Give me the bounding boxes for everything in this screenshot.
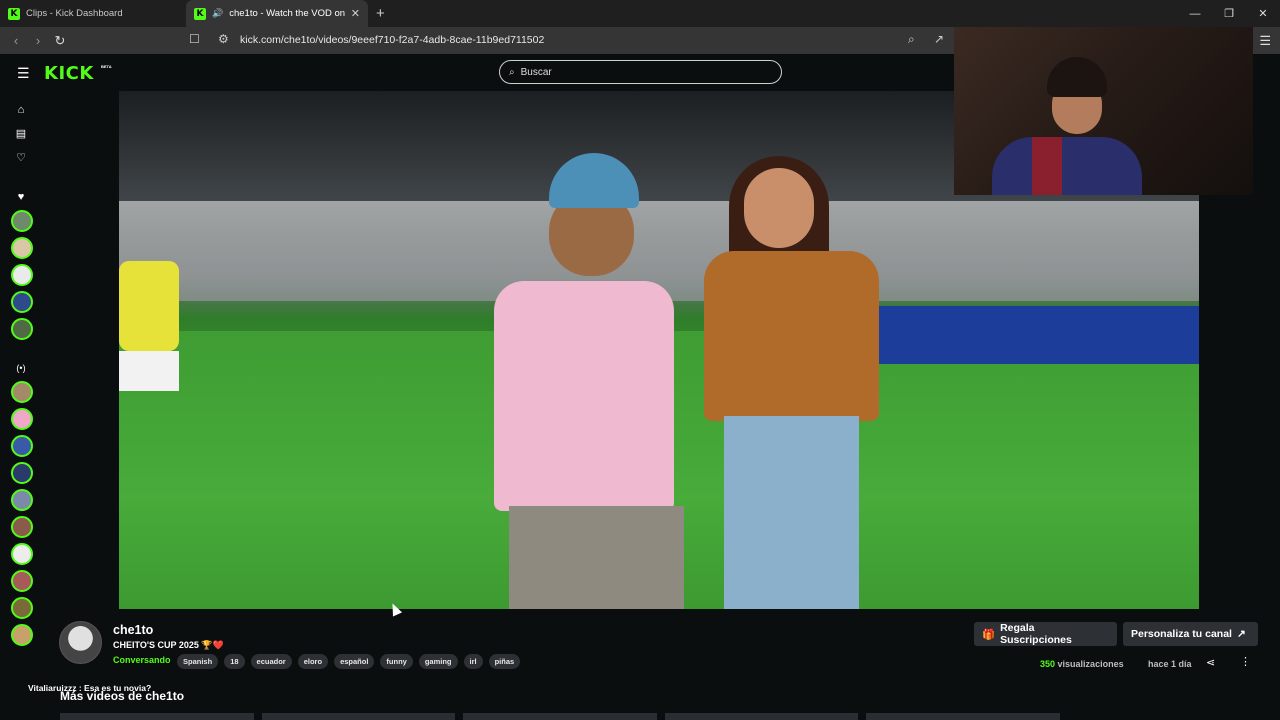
tag-chip[interactable]: piñas (488, 654, 521, 669)
live-icon: (•) (16, 363, 26, 373)
followed-channel-avatar[interactable] (11, 318, 33, 340)
recommended-channel-avatar[interactable] (11, 435, 33, 457)
video-thumbnail[interactable] (866, 713, 1060, 720)
video-scene-banner (859, 306, 1199, 364)
channel-name[interactable]: che1to (113, 623, 153, 637)
video-thumbnail[interactable] (60, 713, 254, 720)
tab-title: Clips - Kick Dashboard (26, 8, 123, 19)
tab-title: che1to - Watch the VOD on K (229, 8, 345, 19)
recommended-channel-avatar[interactable] (11, 570, 33, 592)
back-icon[interactable]: ‹ (5, 33, 27, 48)
search-icon: ⌕ (509, 66, 515, 78)
tag-chip[interactable]: Spanish (177, 654, 219, 669)
menu-icon[interactable]: ☰ (17, 65, 30, 82)
kick-favicon-icon: K (194, 7, 206, 20)
recommended-channel-avatar[interactable] (11, 597, 33, 619)
video-thumbnail[interactable] (261, 713, 456, 720)
gift-subscriptions-button[interactable]: 🎁 Regala Suscripciones (974, 622, 1117, 646)
tag-chip[interactable]: eloro (297, 654, 329, 669)
followed-channel-avatar[interactable] (11, 237, 33, 259)
sidebar: ⌂ ▤ ♡ ♥ (•) (0, 91, 42, 720)
close-window-icon[interactable]: ✕ (1246, 0, 1280, 27)
forward-icon[interactable]: › (27, 33, 49, 48)
tag-chip[interactable]: español (334, 654, 375, 669)
new-tab-icon[interactable]: + (376, 5, 385, 22)
share-icon[interactable]: ⋖ (1206, 656, 1215, 669)
stream-title: CHEITO'S CUP 2025 🏆❤️ (113, 640, 224, 650)
kick-favicon-icon: K (8, 7, 20, 20)
recommended-channel-avatar[interactable] (11, 408, 33, 430)
tag-chip[interactable]: ecuador (250, 654, 292, 669)
more-videos-thumbnails (60, 713, 1060, 720)
recommended-channel-avatar[interactable] (11, 624, 33, 646)
tag-chip[interactable]: irl (463, 654, 483, 669)
audio-icon: 🔊 (212, 8, 224, 18)
recommended-channel-avatar[interactable] (11, 543, 33, 565)
video-scene-player (119, 241, 184, 461)
tab-clips[interactable]: K Clips - Kick Dashboard (0, 0, 186, 27)
tag-chip[interactable]: gaming (418, 654, 458, 669)
video-scene-person (464, 151, 694, 609)
gift-label: Regala Suscripciones (1000, 622, 1072, 646)
favorites-icon: ♥ (17, 191, 25, 203)
restore-icon[interactable]: ❐ (1212, 0, 1246, 27)
followed-channel-avatar[interactable] (11, 210, 33, 232)
tag-list: Spanish 18 ecuador eloro español funny g… (177, 654, 521, 669)
external-link-icon: ↗ (1236, 628, 1246, 640)
search-input[interactable]: ⌕ Buscar (499, 60, 782, 84)
home-icon[interactable]: ⌂ (14, 103, 28, 117)
site-settings-icon[interactable]: ⚙ (218, 32, 229, 46)
tag-chip[interactable]: 18 (224, 654, 245, 669)
published-time: hace 1 día (1148, 659, 1192, 669)
close-icon[interactable]: ✕ (351, 7, 360, 20)
url-field[interactable]: kick.com/che1to/videos/9eeef710-f2a7-4ad… (240, 34, 544, 46)
tab-vod[interactable]: K 🔊 che1to - Watch the VOD on K ✕ (186, 0, 368, 27)
category-link[interactable]: Conversando (113, 655, 171, 665)
video-thumbnail[interactable] (664, 713, 859, 720)
video-scene-person (694, 156, 884, 609)
search-placeholder: Buscar (520, 66, 552, 78)
minimize-icon[interactable]: — (1178, 0, 1212, 27)
zoom-icon[interactable]: ⌕ (908, 32, 915, 47)
customize-label: Personaliza tu canal (1131, 628, 1232, 640)
recommended-channel-avatar[interactable] (11, 489, 33, 511)
reload-icon[interactable]: ↻ (49, 33, 71, 49)
view-count-number: 350 (1040, 659, 1056, 669)
followed-channel-avatar[interactable] (11, 264, 33, 286)
more-videos-heading: Más videos de che1to (60, 689, 185, 703)
site-header: ☰ KICK BETA ⌕ Buscar (0, 54, 960, 91)
followed-channel-avatar[interactable] (11, 291, 33, 313)
share-page-icon[interactable]: ↗ (934, 32, 944, 46)
browser-tabbar: K Clips - Kick Dashboard K 🔊 che1to - Wa… (0, 0, 1280, 27)
view-count: 350 visualizaciones (1040, 659, 1124, 669)
bookmark-icon[interactable]: ☐ (189, 32, 200, 46)
window-controls: — ❐ ✕ (1178, 0, 1280, 27)
view-count-label: visualizaciones (1057, 659, 1124, 669)
beta-badge: BETA (101, 64, 112, 69)
recommended-channel-avatar[interactable] (11, 381, 33, 403)
tag-chip[interactable]: funny (380, 654, 413, 669)
recommended-channel-avatar[interactable] (11, 462, 33, 484)
following-icon[interactable]: ♡ (14, 151, 28, 165)
more-options-icon[interactable]: ⋮ (1240, 655, 1251, 668)
recommended-channel-avatar[interactable] (11, 516, 33, 538)
webcam-overlay (954, 27, 1253, 195)
browser-menu-icon[interactable]: ☰ (1259, 33, 1271, 49)
browse-icon[interactable]: ▤ (14, 127, 28, 141)
gift-icon: 🎁 (982, 628, 996, 641)
video-thumbnail[interactable] (463, 713, 657, 720)
customize-channel-button[interactable]: Personaliza tu canal ↗ (1123, 622, 1258, 646)
channel-avatar[interactable] (59, 621, 102, 664)
kick-logo[interactable]: KICK (44, 63, 94, 84)
